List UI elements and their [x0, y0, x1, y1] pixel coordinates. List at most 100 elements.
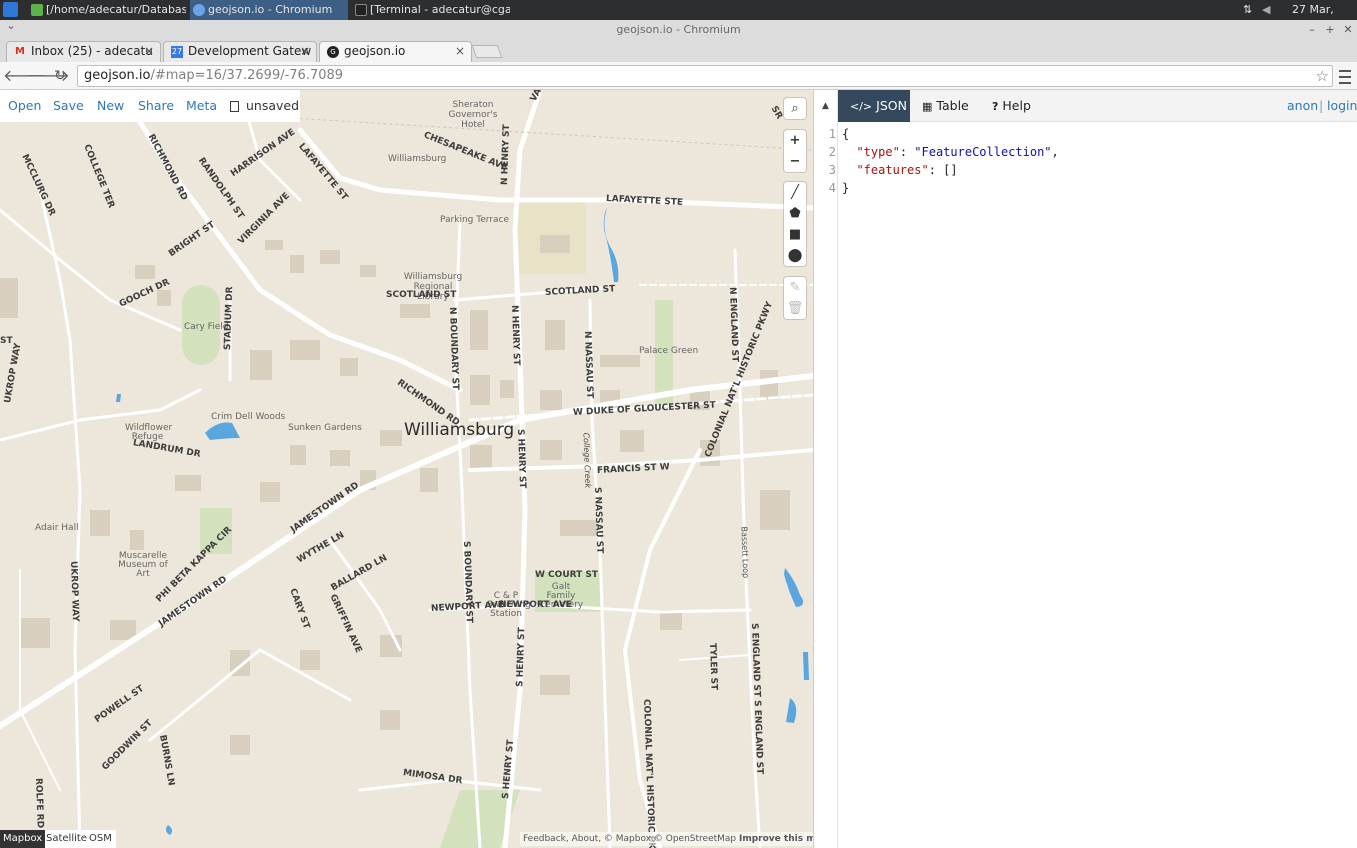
taskbar-item-file-manager[interactable]: [/home/adecatur/Databas... — [28, 0, 186, 20]
zoom-controls: + − — [784, 130, 806, 172]
tab-development-gateway[interactable]: 27 Development Gatew × — [163, 41, 317, 62]
search-icon[interactable]: ⌕ — [784, 98, 806, 119]
water-small — [116, 394, 121, 402]
place-cary-field: Cary Field — [184, 322, 229, 332]
maximize-icon[interactable]: + — [1323, 20, 1337, 40]
street-n-henry-2: N HENRY ST — [509, 304, 522, 366]
road-south-west — [19, 569, 61, 791]
geojson-icon: G — [327, 46, 339, 58]
place-wildflower-refuge: Wildflower Refuge — [125, 423, 173, 442]
meta-button[interactable]: Meta — [186, 90, 217, 122]
bookmark-star-icon[interactable]: ☆ — [1316, 66, 1329, 86]
map-basemap — [0, 90, 813, 848]
forward-icon[interactable]: 🡒 — [27, 66, 70, 86]
street-st-west: ST — [0, 336, 13, 346]
draw-rectangle-icon[interactable]: ■ — [784, 224, 806, 245]
place-crim-dell: Crim Dell Woods — [211, 412, 286, 422]
taskbar-item-chromium[interactable]: geojson.io - Chromium — [190, 0, 348, 20]
document-icon — [230, 101, 239, 112]
collapse-panel-icon[interactable]: ▲ — [814, 90, 838, 122]
panel-tabs: </> JSON ▦ Table ? Help anon | login — [838, 90, 1357, 122]
zoom-in-icon[interactable]: + — [784, 130, 806, 151]
auth-separator: | — [1319, 98, 1324, 113]
anon-link[interactable]: anon — [1287, 90, 1318, 122]
draw-marker-icon[interactable]: ⬤ — [784, 245, 806, 266]
zoom-out-icon[interactable]: − — [784, 151, 806, 172]
tab-close-icon[interactable]: × — [300, 42, 310, 61]
water-south — [165, 825, 173, 835]
map-city-label: Williamsburg — [404, 420, 515, 440]
attribution-text[interactable]: Feedback, About, © Mapbox © OpenStreetMa… — [523, 834, 736, 844]
window-title: geojson.io - Chromium — [616, 23, 741, 36]
line-number: 2 — [828, 145, 836, 159]
road-ukrop — [38, 188, 82, 848]
code-line-4: } — [842, 181, 850, 195]
tab-inbox[interactable]: M Inbox (25) - adecatu × — [6, 41, 161, 62]
road-lafayette — [297, 127, 813, 211]
clock[interactable]: 27 Mar, 13:44 — [1292, 0, 1357, 36]
place-palace-green: Palace Green — [639, 346, 699, 356]
browser-tabstrip: M Inbox (25) - adecatu × 27 Development … — [0, 40, 1357, 62]
new-tab-button[interactable] — [471, 45, 503, 58]
taskbar-item-terminal[interactable]: [Terminal - adecatur@cgap... — [352, 0, 510, 20]
address-host: geojson.io — [84, 68, 151, 83]
browser-menu-icon[interactable] — [1337, 66, 1353, 86]
tab-table[interactable]: ▦ Table — [922, 90, 982, 122]
reload-icon[interactable]: ↻ — [50, 66, 70, 86]
draw-polygon-icon[interactable]: ⬟ — [784, 203, 806, 224]
json-array: [] — [943, 163, 958, 177]
code-line-1: { — [842, 127, 850, 141]
tab-geojson[interactable]: G geojson.io × — [319, 41, 472, 62]
water-east-3 — [803, 652, 809, 680]
minimize-icon[interactable]: – — [1305, 20, 1319, 40]
editor-panel: ▲ </> JSON ▦ Table ? Help anon | login 1 2 … — [813, 90, 1357, 848]
water-crim-dell — [205, 422, 240, 440]
back-icon[interactable]: 🡐 — [3, 66, 46, 86]
delete-icon[interactable]: 🗑 — [784, 298, 806, 319]
draw-controls: ╱ ⬟ ■ ⬤ — [784, 182, 806, 266]
start-menu-icon[interactable] — [3, 2, 18, 17]
save-button[interactable]: Save — [53, 90, 84, 122]
edit-icon[interactable]: ✎ — [784, 277, 806, 298]
line-number: 1 — [828, 127, 836, 141]
window-menu-icon[interactable]: ⌄ — [4, 16, 18, 36]
street-bassett-loop: Bassett Loop — [739, 526, 751, 579]
map-search-control: ⌕ — [784, 98, 806, 119]
street-tyler: TYLER ST — [707, 642, 719, 691]
layer-mapbox-button[interactable]: Mapbox — [0, 830, 46, 848]
login-link[interactable]: login — [1327, 90, 1357, 122]
address-path: /#map=16/37.2699/-76.7089 — [150, 68, 344, 83]
tab-help[interactable]: ? Help — [992, 90, 1042, 122]
street-scotland-west: SCOTLAND ST — [386, 290, 457, 300]
street-ukrop: UKROP WAY — [68, 560, 81, 622]
street-s-henry: S HENRY ST — [515, 428, 528, 489]
table-icon: ▦ — [922, 100, 933, 113]
road-colonial-pkwy — [622, 448, 702, 848]
place-williamsburg-station: Williamsburg — [388, 154, 447, 164]
volume-icon[interactable]: ◀ — [1262, 0, 1270, 20]
street-s-henry-2: S HENRY ST — [515, 627, 528, 688]
layer-switcher: Mapbox Satellite OSM — [0, 830, 116, 848]
browser-toolbar: 🡐 🡒 ↻ geojson.io/#map=16/37.2699/-76.708… — [0, 62, 1357, 90]
folder-icon — [31, 4, 43, 16]
close-window-icon[interactable]: ✕ — [1341, 20, 1355, 40]
address-bar[interactable]: geojson.io/#map=16/37.2699/-76.7089 ☆ — [77, 65, 1333, 87]
network-icon[interactable]: ⇅ — [1243, 0, 1252, 20]
save-status: unsaved — [246, 98, 300, 113]
street-n-henry: N HENRY ST — [500, 124, 513, 186]
tab-json[interactable]: </> JSON — [838, 90, 910, 122]
tab-close-icon[interactable]: × — [455, 42, 465, 61]
draw-line-icon[interactable]: ╱ — [784, 182, 806, 203]
water-pond — [603, 208, 619, 282]
map-canvas[interactable]: Sheraton Governor's Hotel Williamsburg P… — [0, 90, 813, 848]
share-button[interactable]: Share — [138, 90, 174, 122]
layer-satellite-button[interactable]: Satellite — [43, 830, 90, 848]
new-button[interactable]: New — [97, 90, 124, 122]
file-menu-bar: Open Save New Share Meta unsaved — [0, 90, 300, 122]
window-titlebar: geojson.io - Chromium ⌄ – + ✕ — [0, 19, 1357, 40]
place-adair-hall: Adair Hall — [35, 523, 79, 533]
layer-osm-button[interactable]: OSM — [86, 830, 115, 848]
tab-close-icon[interactable]: × — [144, 42, 154, 61]
open-button[interactable]: Open — [8, 90, 41, 122]
json-editor[interactable]: { "type": "FeatureCollection", "features… — [838, 122, 1357, 848]
